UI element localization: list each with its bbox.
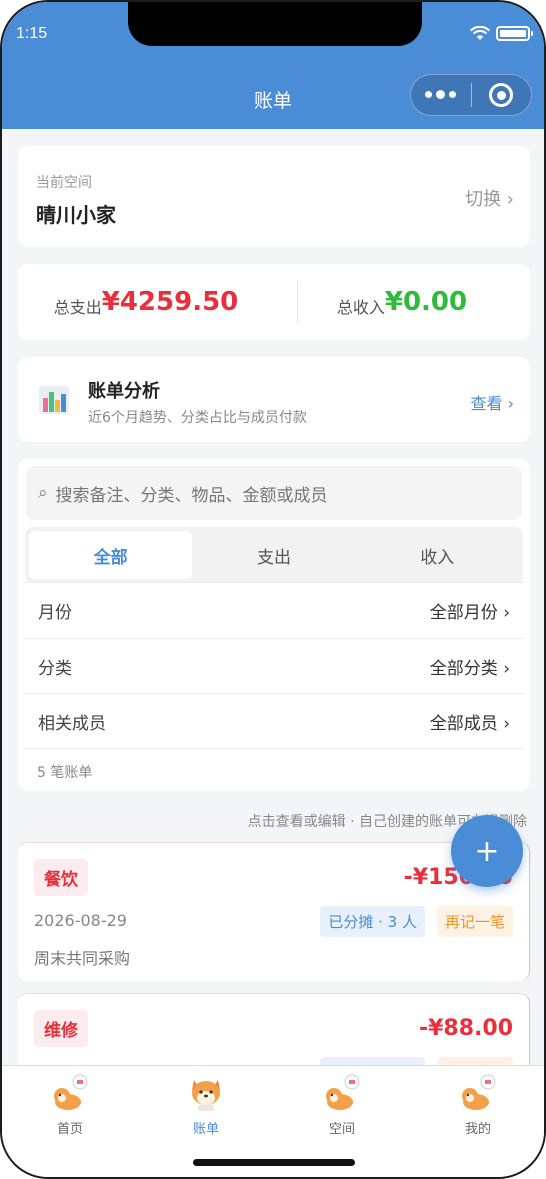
shiba-face-icon — [192, 1080, 220, 1111]
tab-space-label: 空间 — [328, 1122, 355, 1137]
analysis-title: 账单分析 — [88, 381, 160, 402]
search-input[interactable]: ⌕ 搜索备注、分类、物品、金额或成员 — [26, 466, 522, 520]
bill-category-badge: 维修 — [34, 1010, 88, 1047]
bill-date: 2026-08-29 — [34, 911, 127, 930]
filter-row-label: 月份 — [38, 603, 72, 623]
filter-card: ⌕ 搜索备注、分类、物品、金额或成员 全部 支出 收入 月份 全部月份 › 分类… — [18, 459, 530, 791]
bill-note: 周末共同采购 — [34, 949, 131, 968]
type-tabs: 全部 支出 收入 — [25, 527, 523, 583]
total-expense: 总支出 ¥4259.50 — [18, 264, 274, 340]
tab-expense[interactable]: 支出 — [192, 531, 355, 579]
search-icon: ⌕ — [38, 483, 48, 503]
tab-bills[interactable]: 账单 — [166, 1072, 246, 1137]
tab-home-label: 首页 — [56, 1122, 83, 1137]
bar-chart-icon — [39, 386, 69, 414]
bill-amount: -¥88.00 — [418, 1016, 513, 1041]
filter-row-category[interactable]: 分类 全部分类 › — [24, 638, 524, 694]
analysis-view-link[interactable]: 查看 › — [471, 390, 515, 414]
status-icons — [470, 26, 533, 41]
total-expense-value: ¥4259.50 — [101, 287, 239, 317]
analysis-card[interactable]: 账单分析 近6个月趋势、分类占比与成员付款 查看 › — [18, 357, 530, 442]
filter-row-month[interactable]: 月份 全部月份 › — [24, 582, 524, 638]
tab-space[interactable]: 空间 — [302, 1072, 382, 1137]
mini-program-capsule — [410, 74, 532, 116]
wifi-icon — [470, 26, 490, 40]
total-expense-label: 总支出 — [53, 298, 102, 317]
search-placeholder: 搜索备注、分类、物品、金额或成员 — [55, 485, 328, 506]
bill-split-badge: 已分摊 · 3 人 — [320, 906, 425, 937]
phone-frame: 1:15 账单 当前空间 晴川小家 切换 › 总支出 ¥4259.50 总收入 … — [0, 0, 546, 1179]
tab-income[interactable]: 收入 — [356, 531, 519, 579]
filter-row-value: 全部分类 › — [429, 659, 510, 679]
total-income-label: 总收入 — [336, 298, 385, 317]
shiba-idle-icon — [326, 1074, 360, 1110]
filter-divider — [24, 748, 524, 749]
status-time: 1:15 — [16, 25, 48, 42]
bill-category-badge: 餐饮 — [34, 859, 88, 896]
analysis-subtitle: 近6个月趋势、分类占比与成员付款 — [88, 410, 307, 426]
tab-bills-label: 账单 — [192, 1122, 219, 1137]
tab-all[interactable]: 全部 — [29, 531, 193, 579]
battery-icon — [496, 26, 533, 41]
filter-row-label: 相关成员 — [38, 714, 106, 734]
add-bill-button[interactable]: + — [451, 815, 523, 887]
space-card: 当前空间 晴川小家 切换 › — [18, 146, 530, 247]
switch-space-button[interactable]: 切换 › — [465, 185, 514, 211]
record-again-button[interactable]: 再记一笔 — [436, 906, 513, 937]
close-program-icon[interactable] — [471, 83, 531, 107]
filter-row-value: 全部月份 › — [429, 603, 510, 623]
shiba-idle-icon — [462, 1074, 496, 1110]
tab-home[interactable]: 首页 — [30, 1072, 110, 1137]
bill-count: 5 笔账单 — [37, 765, 93, 781]
space-label: 当前空间 — [36, 175, 92, 191]
space-name: 晴川小家 — [36, 203, 116, 227]
total-income: 总收入 ¥0.00 — [274, 264, 530, 340]
total-income-value: ¥0.00 — [384, 287, 468, 317]
totals-card: 总支出 ¥4259.50 总收入 ¥0.00 — [18, 264, 530, 340]
home-indicator — [193, 1159, 355, 1166]
shiba-idle-icon — [54, 1074, 88, 1110]
filter-row-member[interactable]: 相关成员 全部成员 › — [24, 693, 524, 749]
tab-mine-label: 我的 — [464, 1122, 491, 1137]
tab-mine[interactable]: 我的 — [438, 1072, 518, 1137]
filter-row-label: 分类 — [38, 659, 72, 679]
more-icon[interactable] — [411, 90, 471, 99]
filter-row-value: 全部成员 › — [429, 714, 510, 734]
notch — [128, 2, 422, 46]
nav-header: 1:15 账单 — [2, 2, 544, 129]
